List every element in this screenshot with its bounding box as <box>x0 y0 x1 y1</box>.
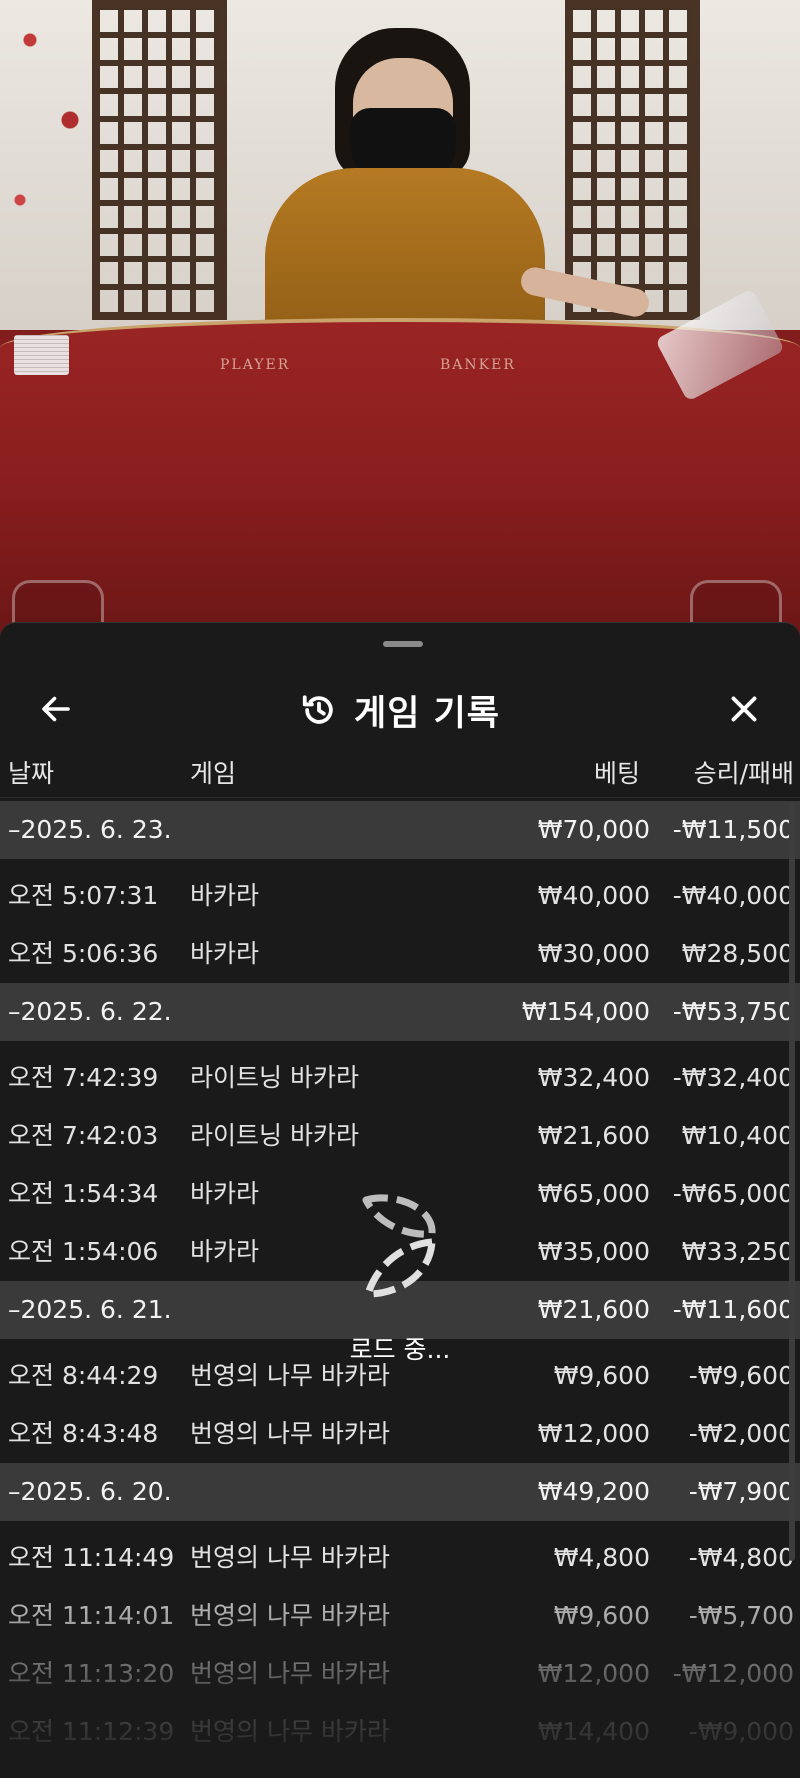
row-result: -₩4,800 <box>688 1543 794 1572</box>
group-result-total: -₩53,750 <box>672 997 794 1026</box>
row-time: 오전 1:54:34 <box>8 1179 159 1208</box>
loading-text: 로드 중... <box>349 1335 451 1364</box>
scrollbar[interactable] <box>789 801 795 1561</box>
row-game: 라이트닝 바카라 <box>190 1063 359 1092</box>
row-result: ₩10,400 <box>681 1121 794 1150</box>
live-video: PLAYER BANKER <box>0 0 800 640</box>
row-result: -₩5,700 <box>688 1601 794 1630</box>
close-icon <box>731 696 757 722</box>
date-group-row[interactable]: –2025. 6. 22. ₩154,000 -₩53,750 <box>0 983 800 1041</box>
row-game: 바카라 <box>190 1237 260 1266</box>
row-result: -₩2,000 <box>688 1419 794 1448</box>
row-bet: ₩40,000 <box>537 881 650 910</box>
row-bet: ₩35,000 <box>537 1237 650 1266</box>
row-bet: ₩9,600 <box>553 1601 650 1630</box>
column-date: 날짜 <box>8 759 55 788</box>
column-result: 승리/패배 <box>693 759 794 788</box>
row-result: -₩40,000 <box>672 881 794 910</box>
row-game: 번영의 나무 바카라 <box>190 1601 390 1630</box>
history-icon <box>302 695 333 724</box>
row-result: -₩65,000 <box>672 1179 794 1208</box>
row-time: 오전 7:42:39 <box>8 1063 159 1092</box>
decorative-screen-left <box>92 0 227 320</box>
table-label-banker: BANKER <box>440 357 516 373</box>
sheet-header: 게임 기록 <box>0 661 800 759</box>
row-bet: ₩65,000 <box>537 1179 650 1208</box>
column-game: 게임 <box>190 759 237 788</box>
date-group-row[interactable]: –2025. 6. 23. ₩70,000 -₩11,500 <box>0 801 800 859</box>
close-button[interactable] <box>714 679 774 739</box>
arrow-left-icon <box>42 696 70 722</box>
group-bet-total: ₩154,000 <box>521 997 650 1026</box>
row-bet: ₩14,400 <box>537 1717 650 1746</box>
history-row[interactable]: 오전 11:13:20 번영의 나무 바카라 ₩12,000 -₩12,000 <box>0 1645 800 1703</box>
row-time: 오전 11:13:20 <box>8 1659 175 1688</box>
sheet-drag-handle[interactable] <box>383 641 423 647</box>
group-bet-total: ₩21,600 <box>537 1295 650 1324</box>
group-date: –2025. 6. 22. <box>8 997 172 1026</box>
group-date: –2025. 6. 20. <box>8 1477 172 1506</box>
row-bet: ₩4,800 <box>553 1543 650 1572</box>
row-time: 오전 11:14:01 <box>8 1601 175 1630</box>
history-row[interactable]: 오전 5:07:31 바카라 ₩40,000 -₩40,000 <box>0 867 800 925</box>
group-result-total: -₩11,500 <box>672 815 794 844</box>
row-time: 오전 11:14:49 <box>8 1543 175 1572</box>
row-time: 오전 8:43:48 <box>8 1419 159 1448</box>
row-result: -₩12,000 <box>672 1659 794 1688</box>
row-result: ₩28,500 <box>681 939 794 968</box>
history-row[interactable]: 오전 11:14:49 번영의 나무 바카라 ₩4,800 -₩4,800 <box>0 1529 800 1587</box>
table-label-player: PLAYER <box>220 357 291 373</box>
row-bet: ₩32,400 <box>537 1063 650 1092</box>
history-row[interactable]: 오전 7:42:03 라이트닝 바카라 ₩21,600 ₩10,400 <box>0 1107 800 1165</box>
row-result: -₩9,600 <box>688 1361 794 1390</box>
loading-indicator: 로드 중... <box>330 1190 470 1365</box>
row-result: -₩32,400 <box>672 1063 794 1092</box>
history-column-header: 날짜 게임 베팅 승리/패배 <box>0 748 800 798</box>
row-bet: ₩30,000 <box>537 939 650 968</box>
group-result-total: -₩7,900 <box>688 1477 794 1506</box>
sheet-title: 게임 기록 <box>354 693 500 734</box>
history-row[interactable]: 오전 11:14:01 번영의 나무 바카라 ₩9,600 -₩5,700 <box>0 1587 800 1645</box>
group-date: –2025. 6. 21. <box>8 1295 172 1324</box>
row-game: 번영의 나무 바카라 <box>190 1419 390 1448</box>
date-group-row[interactable]: –2025. 6. 20. ₩49,200 -₩7,900 <box>0 1463 800 1521</box>
row-game: 바카라 <box>190 1179 260 1208</box>
history-row[interactable]: 오전 7:42:39 라이트닝 바카라 ₩32,400 -₩32,400 <box>0 1049 800 1107</box>
row-bet: ₩12,000 <box>537 1659 650 1688</box>
history-row[interactable]: 오전 5:06:36 바카라 ₩30,000 ₩28,500 <box>0 925 800 983</box>
column-bet: 베팅 <box>593 759 640 788</box>
row-bet: ₩9,600 <box>553 1361 650 1390</box>
history-row[interactable]: 오전 11:12:39 번영의 나무 바카라 ₩14,400 -₩9,000 <box>0 1703 800 1761</box>
group-bet-total: ₩49,200 <box>537 1477 650 1506</box>
row-time: 오전 11:12:39 <box>8 1717 175 1746</box>
card-stack <box>14 335 69 375</box>
game-screen: PLAYER BANKER 게임 기록 날짜 게임 베팅 승리/패배 –2025… <box>0 0 800 1778</box>
row-time: 오전 7:42:03 <box>8 1121 159 1150</box>
row-game: 번영의 나무 바카라 <box>190 1717 390 1746</box>
row-time: 오전 8:44:29 <box>8 1361 159 1390</box>
row-game: 라이트닝 바카라 <box>190 1121 359 1150</box>
row-game: 번영의 나무 바카라 <box>190 1659 390 1688</box>
row-time: 오전 5:06:36 <box>8 939 159 968</box>
row-game: 번영의 나무 바카라 <box>190 1543 390 1572</box>
loading-spinner-icon <box>362 1194 436 1298</box>
back-button[interactable] <box>26 679 86 739</box>
history-row[interactable]: 오전 8:43:48 번영의 나무 바카라 ₩12,000 -₩2,000 <box>0 1405 800 1463</box>
group-bet-total: ₩70,000 <box>537 815 650 844</box>
row-time: 오전 1:54:06 <box>8 1237 159 1266</box>
dealer <box>235 28 652 368</box>
row-game: 바카라 <box>190 939 260 968</box>
row-bet: ₩12,000 <box>537 1419 650 1448</box>
row-bet: ₩21,600 <box>537 1121 650 1150</box>
row-time: 오전 5:07:31 <box>8 881 159 910</box>
row-game: 바카라 <box>190 881 260 910</box>
group-date: –2025. 6. 23. <box>8 815 172 844</box>
row-result: -₩9,000 <box>688 1717 794 1746</box>
row-result: ₩33,250 <box>681 1237 794 1266</box>
group-result-total: -₩11,600 <box>672 1295 794 1324</box>
